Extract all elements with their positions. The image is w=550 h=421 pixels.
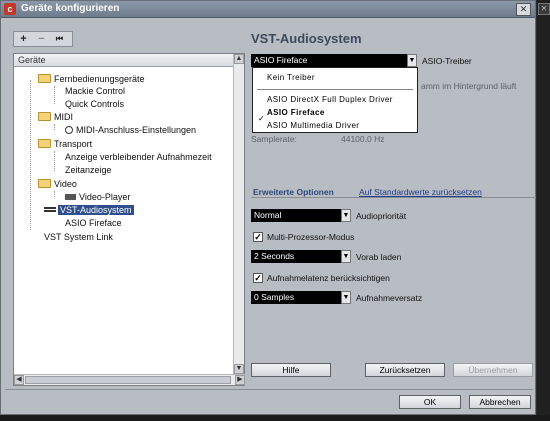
- tree-item-remote-devices[interactable]: Fernbedienungsgeräte: [38, 73, 145, 85]
- chevron-down-icon[interactable]: ▼: [407, 54, 417, 67]
- samplerate-value: 44100.0 Hz: [341, 134, 385, 144]
- samplerate-label: Samplerate:: [251, 134, 297, 144]
- add-device-button[interactable]: +: [16, 33, 31, 45]
- chevron-down-icon[interactable]: ▼: [341, 250, 351, 263]
- remove-device-button[interactable]: −: [34, 33, 49, 45]
- scroll-down-icon[interactable]: ▼: [234, 364, 244, 374]
- chevron-down-icon[interactable]: ▼: [341, 291, 351, 304]
- preload-label: Vorab laden: [356, 252, 402, 262]
- chevron-down-icon[interactable]: ▼: [341, 209, 351, 222]
- close-icon[interactable]: ✕: [516, 3, 531, 16]
- folder-icon: [38, 112, 51, 122]
- tree-item-video[interactable]: Video: [38, 178, 77, 190]
- folder-icon: [38, 179, 51, 189]
- menu-item-multimedia-driver[interactable]: ASIO Multimedia Driver: [267, 121, 359, 130]
- tree-item-quick-controls[interactable]: Quick Controls: [65, 98, 124, 110]
- menu-item-asio-fireface[interactable]: ASIO Fireface: [267, 108, 325, 117]
- tree-header-label: Geräte: [18, 55, 46, 65]
- audio-system-icon: [44, 207, 56, 213]
- scroll-thumb[interactable]: [25, 376, 231, 384]
- page-title: VST-Audiosystem: [251, 31, 362, 46]
- record-offset-select[interactable]: 0 Samples ▼: [251, 291, 351, 304]
- apply-button[interactable]: Übernehmen: [453, 363, 533, 377]
- record-latency-checkbox[interactable]: ✓: [253, 273, 263, 283]
- ok-button[interactable]: OK: [399, 395, 461, 409]
- midi-port-icon: [65, 125, 73, 134]
- device-toolbar: + − ⏮: [13, 31, 73, 47]
- audio-priority-select[interactable]: Normal ▼: [251, 209, 351, 222]
- scroll-up-icon[interactable]: ▲: [234, 54, 244, 64]
- tree-item-vst-system-link[interactable]: VST System Link: [44, 231, 113, 243]
- audio-priority-label: Audiopriorität: [356, 211, 407, 221]
- preload-select[interactable]: 2 Seconds ▼: [251, 250, 351, 263]
- title-bar: c Geräte konfigurieren ✕: [1, 1, 535, 18]
- record-latency-label: Aufnahmelatenz berücksichtigen: [267, 273, 390, 283]
- folder-icon: [38, 139, 51, 149]
- menu-item-no-driver[interactable]: Kein Treiber: [267, 73, 315, 82]
- tree-item-vst-audiosystem[interactable]: VST-Audiosystem: [44, 204, 134, 216]
- window-title: Geräte konfigurieren: [21, 3, 120, 14]
- tree-item-mackie-control[interactable]: Mackie Control: [65, 85, 125, 97]
- multiprocessor-label: Multi-Prozessor-Modus: [267, 232, 355, 242]
- menu-item-directx-driver[interactable]: ASIO DirectX Full Duplex Driver: [267, 95, 393, 104]
- scroll-right-icon[interactable]: ▶: [235, 375, 245, 385]
- tree-vertical-scrollbar[interactable]: ▲ ▼: [233, 54, 244, 374]
- tree-item-time-display[interactable]: Zeitanzeige: [65, 164, 112, 176]
- tree-item-asio-fireface[interactable]: ASIO Fireface: [65, 217, 122, 229]
- reset-defaults-link[interactable]: Auf Standardwerte zurücksetzen: [359, 187, 482, 197]
- cancel-button[interactable]: Abbrechen: [469, 395, 531, 409]
- background-strip: [0, 415, 550, 421]
- tree-item-video-player[interactable]: Video-Player: [65, 191, 130, 203]
- app-icon: c: [4, 3, 16, 15]
- background-close-icon: ✕: [538, 3, 550, 15]
- record-offset-label: Aufnahmeversatz: [356, 293, 423, 303]
- help-button[interactable]: Hilfe: [251, 363, 331, 377]
- tree-item-remaining-record-time[interactable]: Anzeige verbleibender Aufnahmezeit: [65, 151, 212, 163]
- tree-item-transport[interactable]: Transport: [38, 138, 92, 150]
- tree-item-midi-port-settings[interactable]: MIDI-Anschluss-Einstellungen: [65, 124, 196, 136]
- reset-button[interactable]: Zurücksetzen: [365, 363, 445, 377]
- multiprocessor-checkbox[interactable]: ✓: [253, 232, 263, 242]
- video-player-icon: [65, 193, 76, 200]
- asio-driver-select[interactable]: ASIO Fireface ▼: [251, 54, 417, 67]
- tab-advanced-options[interactable]: Erweiterte Optionen: [253, 187, 334, 197]
- tree-horizontal-scrollbar[interactable]: ◀ ▶: [14, 374, 245, 385]
- driver-dropdown-menu: Kein Treiber ASIO DirectX Full Duplex Dr…: [252, 67, 418, 133]
- check-icon: ✓: [258, 114, 265, 123]
- folder-icon: [38, 74, 51, 84]
- reset-device-icon[interactable]: ⏮: [52, 33, 67, 45]
- tree-header: Geräte: [14, 54, 234, 67]
- tree-item-midi[interactable]: MIDI: [38, 111, 73, 123]
- asio-driver-label: ASIO-Treiber: [422, 56, 472, 66]
- device-tree: Geräte Fernbedienungsgeräte Mackie Contr…: [13, 53, 245, 386]
- background-window-edge: ✕: [537, 0, 550, 421]
- background-run-text: amm im Hintergrund läuft: [421, 81, 517, 91]
- scroll-left-icon[interactable]: ◀: [14, 375, 24, 385]
- device-config-window: c Geräte konfigurieren ✕ + − ⏮ Geräte Fe…: [0, 0, 536, 415]
